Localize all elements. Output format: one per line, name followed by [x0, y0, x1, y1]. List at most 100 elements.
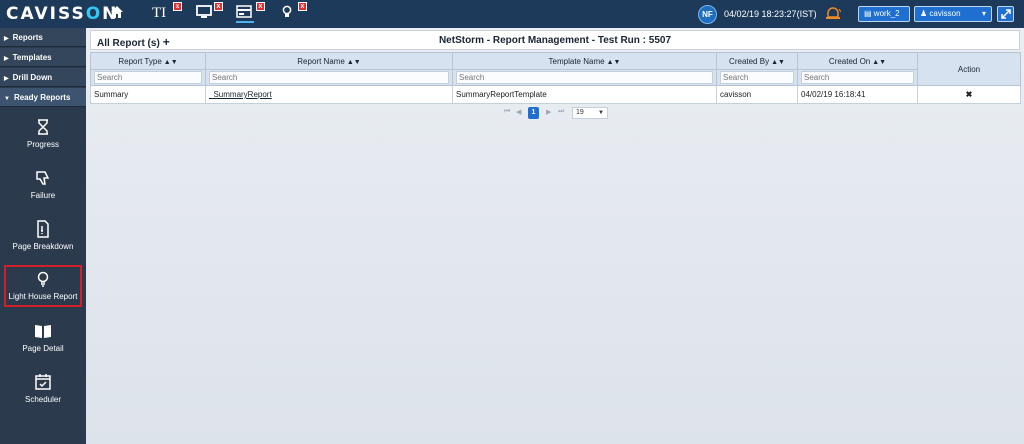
close-icon[interactable]: x: [214, 2, 223, 11]
sidebar-item-failure[interactable]: Failure: [0, 163, 86, 213]
column-label: Created On: [828, 56, 871, 66]
report-header: All Report (s) + NetStorm - Report Manage…: [90, 30, 1020, 50]
sort-icon: ▲▼: [771, 58, 785, 66]
sidebar-menu-label: Ready Reports: [13, 93, 71, 102]
user-icon: ♟: [920, 9, 928, 18]
sidebar-menu-label: Reports: [12, 33, 43, 42]
sidebar-menu-drill-down[interactable]: ▶ Drill Down: [0, 68, 86, 87]
close-icon[interactable]: x: [173, 2, 182, 11]
expand-icon: [1000, 9, 1011, 19]
sort-icon: ▲▼: [606, 58, 621, 66]
report-name-search-input[interactable]: [209, 71, 449, 84]
sidebar-menu-label: Templates: [12, 53, 52, 62]
created-on-search-input[interactable]: [801, 71, 914, 84]
sidebar-item-label: Page Breakdown: [12, 242, 74, 251]
sidebar: ▶ Reports ▶ Templates ▶ Drill Down ▼ Ready R…: [0, 28, 86, 444]
sidebar-item-page-detail[interactable]: Page Detail: [0, 316, 86, 366]
sidebar-menu-ready-reports[interactable]: ▼ Ready Reports: [0, 88, 86, 107]
sidebar-item-light-house-report[interactable]: Light House Report: [4, 265, 82, 307]
sidebar-item-page-breakdown[interactable]: Page Breakdown: [0, 214, 86, 264]
caret-right-icon: ▶: [4, 56, 9, 62]
workspace-button[interactable]: ▤ work_2: [858, 6, 910, 22]
filter-cell: [205, 69, 453, 86]
page-size-value: 19: [576, 109, 584, 116]
thumbs-down-icon: [36, 171, 50, 185]
table-row[interactable]: Summary _SummaryReport SummaryReportTemp…: [90, 85, 1021, 104]
column-header-created-by[interactable]: Created By ▲▼: [716, 52, 798, 70]
created-by-search-input[interactable]: [720, 71, 794, 84]
sidebar-item-label: Progress: [26, 140, 59, 149]
last-page-icon[interactable]: ⏭: [558, 108, 564, 116]
brand-text: CAVISS: [6, 4, 86, 24]
column-label: Template Name: [548, 56, 605, 66]
home-icon[interactable]: [110, 5, 124, 23]
column-header-report-type[interactable]: Report Type ▲▼: [90, 52, 206, 70]
caret-right-icon: ▶: [4, 76, 9, 82]
column-label: Report Type: [118, 56, 162, 66]
cell-created-on: 04/02/19 16:18:41: [797, 85, 918, 104]
delete-icon[interactable]: ✖: [917, 85, 1021, 104]
report-type-search-input[interactable]: [94, 71, 202, 84]
report-name-link[interactable]: _SummaryReport: [209, 90, 272, 99]
close-icon[interactable]: x: [256, 2, 265, 11]
current-page-button[interactable]: 1: [528, 107, 539, 119]
prev-page-icon[interactable]: ◀: [516, 108, 521, 116]
dashboard-icon[interactable]: x: [236, 2, 265, 23]
sidebar-item-progress[interactable]: Progress: [0, 112, 86, 162]
filter-row: [90, 69, 1021, 86]
sidebar-menu-label: Drill Down: [12, 73, 53, 82]
column-header-template-name[interactable]: Template Name ▲▼: [452, 52, 717, 70]
first-page-icon[interactable]: ⏮: [504, 108, 510, 116]
sidebar-menu-templates[interactable]: ▶ Templates: [0, 48, 86, 67]
filter-cell: [716, 69, 798, 86]
cell-report-type: Summary: [90, 85, 206, 104]
filter-cell: [452, 69, 717, 86]
sort-icon: ▲▼: [872, 58, 887, 66]
text-icon[interactable]: TI x: [152, 2, 182, 23]
page-size-select[interactable]: 19 ▼: [572, 107, 608, 119]
lightbulb-icon[interactable]: x: [282, 2, 307, 23]
column-label: Report Name: [297, 56, 345, 66]
calendar-check-icon: [35, 374, 51, 390]
top-bar: CAVISSON TI x x x x NF 04/02/19 18:23:27…: [0, 0, 1024, 28]
brand-text-accent: O: [85, 4, 103, 24]
cell-template-name: SummaryReportTemplate: [452, 85, 717, 104]
brand-logo: CAVISSON: [6, 4, 118, 24]
template-name-search-input[interactable]: [456, 71, 713, 84]
chevron-down-icon: ▼: [598, 110, 604, 116]
monitor-icon[interactable]: x: [196, 2, 223, 23]
next-page-icon[interactable]: ▶: [546, 108, 551, 116]
chevron-down-icon: ▾: [981, 9, 986, 18]
hourglass-icon: [38, 119, 48, 135]
user-menu-button[interactable]: ♟ cavisson ▾: [914, 6, 992, 22]
sidebar-item-label: Scheduler: [24, 395, 62, 404]
column-header-report-name[interactable]: Report Name ▲▼: [205, 52, 453, 70]
cell-created-by: cavisson: [716, 85, 798, 104]
sidebar-item-label: Page Detail: [22, 344, 64, 353]
column-header-created-on[interactable]: Created On ▲▼: [797, 52, 918, 70]
sort-icon: ▲▼: [346, 58, 361, 66]
close-icon[interactable]: x: [298, 2, 307, 11]
lightbulb-icon: [37, 271, 49, 287]
filter-cell: [90, 69, 206, 86]
sidebar-menu-reports[interactable]: ▶ Reports: [0, 28, 86, 47]
caret-right-icon: ▶: [4, 36, 9, 42]
user-label: cavisson: [929, 9, 961, 18]
reports-table: Report Type ▲▼ Report Name ▲▼ Template Nam…: [90, 52, 1021, 104]
text-icon-label: TI: [152, 5, 167, 21]
sidebar-item-label: Failure: [30, 191, 56, 200]
sidebar-item-scheduler[interactable]: Scheduler: [0, 367, 86, 417]
fullscreen-button[interactable]: [997, 6, 1014, 22]
table-header-row: Report Type ▲▼ Report Name ▲▼ Template Nam…: [90, 52, 1021, 86]
caret-down-icon: ▼: [4, 96, 10, 102]
column-label: Created By: [729, 56, 770, 66]
alarm-icon[interactable]: [825, 7, 842, 21]
open-book-icon: [35, 325, 51, 338]
nf-badge[interactable]: NF: [698, 5, 717, 24]
sidebar-item-label: Light House Report: [8, 292, 78, 301]
cell-report-name: _SummaryReport: [205, 85, 453, 104]
list-icon: ▤: [864, 9, 872, 18]
page-title: NetStorm - Report Management - Test Run …: [438, 35, 672, 46]
filter-cell: [797, 69, 918, 86]
document-icon: [37, 220, 49, 238]
